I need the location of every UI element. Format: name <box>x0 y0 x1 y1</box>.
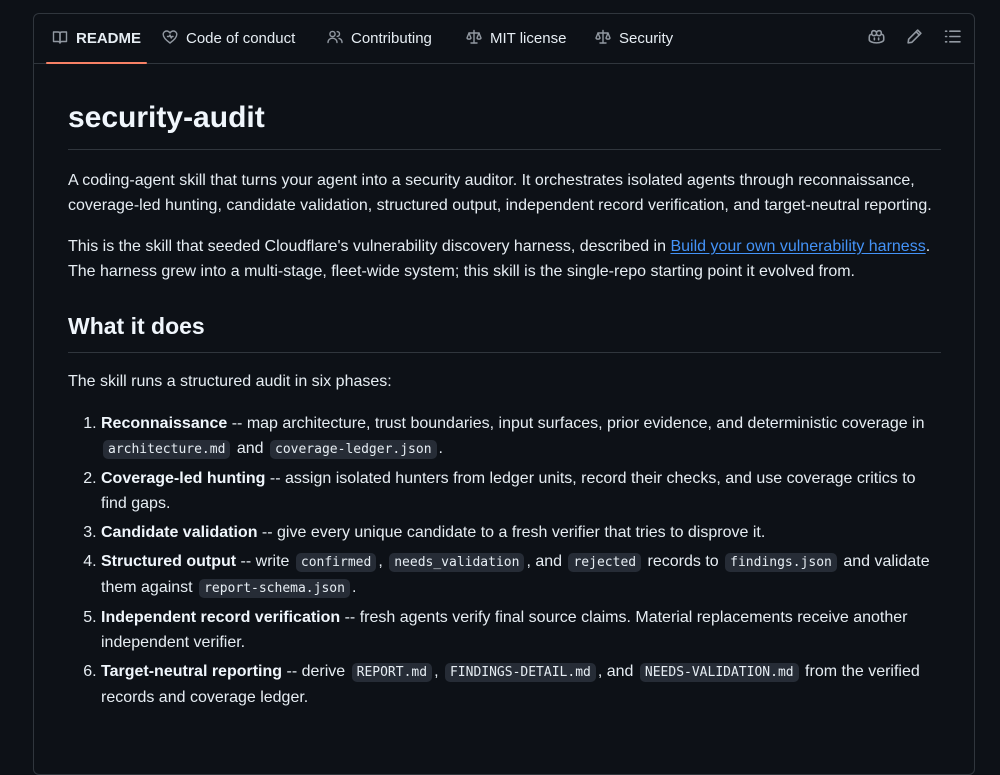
inline-code: REPORT.md <box>351 663 433 682</box>
phase-name: Reconnaissance <box>101 415 228 432</box>
tab-label: Security <box>619 30 674 47</box>
copilot-icon <box>867 28 885 50</box>
copilot-button[interactable] <box>862 25 890 53</box>
inline-code: needs_validation <box>389 553 525 572</box>
inline-code: architecture.md <box>103 440 231 459</box>
heart-icon <box>162 29 178 49</box>
phase-name: Candidate validation <box>101 524 258 541</box>
inline-code: FINDINGS-DETAIL.md <box>444 663 596 682</box>
section-intro: The skill runs a structured audit in six… <box>68 373 392 390</box>
phase-name: Structured output <box>101 553 237 570</box>
tab-label: README <box>76 30 142 47</box>
text: records to <box>643 553 724 570</box>
outline-list-icon <box>944 28 961 50</box>
phase-name: Independent record verification <box>101 609 341 626</box>
tab-label: Contributing <box>351 30 432 47</box>
tab-mit-license[interactable]: MIT license <box>458 14 574 63</box>
book-icon <box>52 29 68 49</box>
phase-name: Target-neutral reporting <box>101 663 283 680</box>
list-item: Coverage-led hunting -- assign isolated … <box>101 466 941 516</box>
text: -- derive <box>282 663 350 680</box>
text: This is the skill that seeded Cloudflare… <box>68 238 671 255</box>
edit-file-button[interactable] <box>900 25 928 53</box>
inline-code: coverage-ledger.json <box>270 440 437 459</box>
inline-code: findings.json <box>725 553 837 572</box>
text: , and <box>526 553 567 570</box>
tab-security[interactable]: Security <box>587 14 681 63</box>
text: , <box>378 553 388 570</box>
intro-paragraph: A coding-agent skill that turns your age… <box>68 172 932 214</box>
tab-label: MIT license <box>490 30 567 47</box>
text: -- write <box>236 553 294 570</box>
law-icon <box>466 29 482 49</box>
tab-code-of-conduct[interactable]: Code of conduct <box>154 14 303 63</box>
inline-code: rejected <box>568 553 642 572</box>
list-item: Reconnaissance -- map architecture, trus… <box>101 411 941 462</box>
text: -- map architecture, trust boundaries, i… <box>227 415 925 432</box>
pencil-icon <box>906 28 923 50</box>
inline-code: confirmed <box>295 553 377 572</box>
list-item: Candidate validation -- give every uniqu… <box>101 520 941 545</box>
law-icon <box>595 29 611 49</box>
readme-tab-bar: README Code of conduct Contributing MIT … <box>34 14 974 64</box>
inline-code: NEEDS-VALIDATION.md <box>639 663 799 682</box>
text: -- give every unique candidate to a fres… <box>257 524 766 541</box>
text: . <box>351 579 357 596</box>
tab-label: Code of conduct <box>186 30 296 47</box>
phase-name: Coverage-led hunting <box>101 470 266 487</box>
section-heading: What it does <box>68 310 941 353</box>
people-icon <box>327 29 343 49</box>
text: and <box>232 440 268 457</box>
text: , <box>434 663 443 680</box>
build-harness-link[interactable]: Build your own vulnerability harness <box>670 238 925 255</box>
list-item: Independent record verification -- fresh… <box>101 605 941 655</box>
seed-paragraph: This is the skill that seeded Cloudflare… <box>68 234 941 284</box>
readme-panel: README Code of conduct Contributing MIT … <box>33 13 975 775</box>
text: , and <box>597 663 638 680</box>
list-item: Target-neutral reporting -- derive REPOR… <box>101 659 941 710</box>
text: . <box>438 440 443 457</box>
outline-button[interactable] <box>938 25 966 53</box>
readme-toolbar <box>862 14 966 63</box>
inline-code: report-schema.json <box>199 579 350 598</box>
tab-contributing[interactable]: Contributing <box>319 14 440 63</box>
readme-title: security-audit <box>68 98 941 150</box>
list-item: Structured output -- write confirmed, ne… <box>101 549 941 601</box>
readme-content: security-audit A coding-agent skill that… <box>68 98 941 714</box>
phases-list: Reconnaissance -- map architecture, trus… <box>68 411 941 710</box>
tab-readme[interactable]: README <box>44 14 149 64</box>
